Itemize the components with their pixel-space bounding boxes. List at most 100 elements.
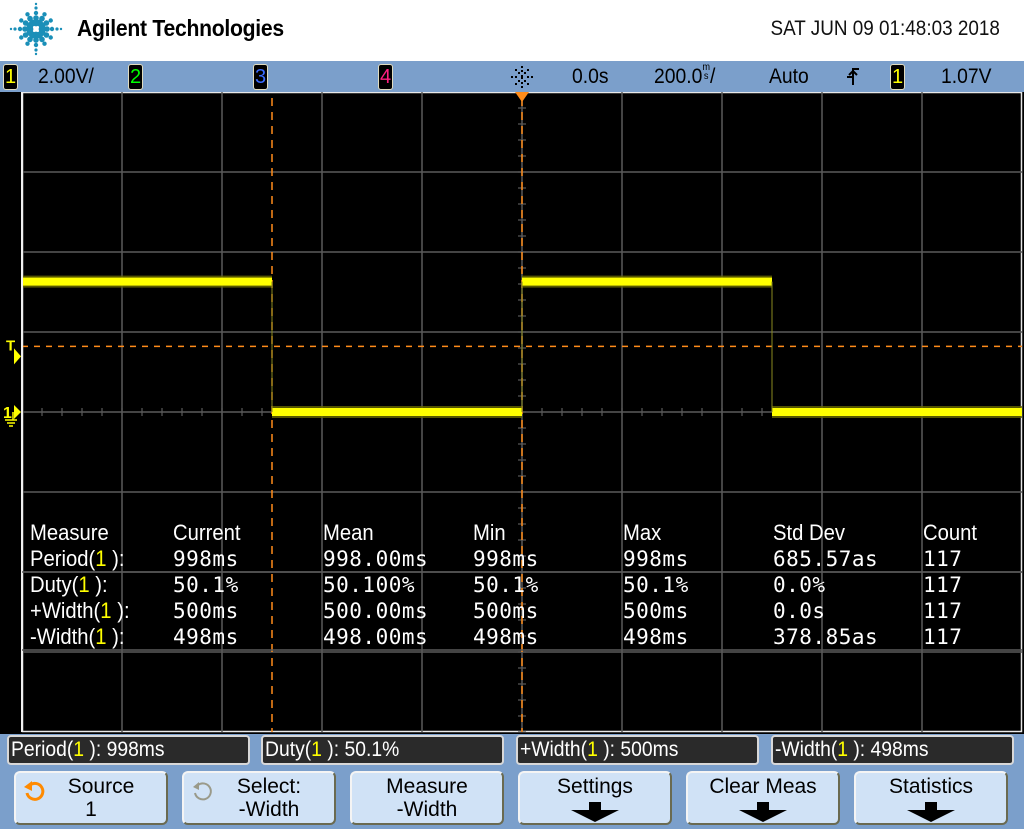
trigger-position-marker-icon — [515, 92, 529, 102]
header-min: Min — [473, 520, 506, 545]
readout-name: -Width( — [775, 738, 838, 761]
measure-name-close: ): — [89, 572, 108, 597]
trigger-level-arrow-icon — [14, 348, 21, 365]
readout-value: ): 500ms — [597, 738, 679, 761]
timebase-scale[interactable]: 200.0m s/ — [654, 63, 715, 91]
softkey-measure[interactable]: Measure -Width — [350, 771, 504, 825]
channel-1-scale[interactable]: 2.00V/ — [38, 63, 94, 91]
measure-source: 1 — [78, 572, 90, 597]
softkey-settings[interactable]: Settings — [518, 771, 672, 825]
trigger-level-marker-label: T — [6, 337, 15, 354]
measure-mean: 498.00ms — [323, 625, 429, 649]
measure-std-dev: 378.85as — [773, 625, 879, 649]
waveform-display[interactable]: T1 Measure Current Mean Min Max Std Dev … — [0, 92, 1024, 734]
channel-2-indicator[interactable]: 2 — [128, 64, 143, 90]
softkey-source[interactable]: Source 1 — [14, 771, 168, 825]
rising-edge-icon — [847, 68, 859, 85]
timebase-value: 200.0 — [654, 65, 703, 88]
readout-name: +Width( — [520, 738, 588, 761]
measure-name-text: +Width( — [30, 598, 101, 623]
measurement-name: Duty(1 ): — [30, 572, 108, 598]
readout-minus-width[interactable]: -Width(1 ): 498ms — [771, 735, 1014, 765]
measure-source: 1 — [100, 598, 112, 623]
readout-source: 1 — [73, 738, 85, 761]
measure-name-close: ): — [106, 546, 125, 571]
trigger-source-label: 1 — [891, 66, 904, 88]
header-std-dev: Std Dev — [773, 520, 846, 545]
datetime: SAT JUN 09 01:48:03 2018 — [770, 17, 1000, 40]
measure-max: 498ms — [623, 625, 689, 649]
header: Agilent Technologies SAT JUN 09 01:48:03… — [0, 0, 1024, 61]
measure-count: 117 — [923, 547, 963, 571]
channel-4-indicator[interactable]: 4 — [378, 64, 393, 90]
measure-source: 1 — [95, 546, 107, 571]
trigger-mode[interactable]: Auto — [769, 63, 809, 91]
softkey-statistics[interactable]: Statistics — [854, 771, 1008, 825]
acquisition-spark-icon — [511, 66, 533, 88]
header-mean: Mean — [323, 520, 374, 545]
header-count: Count — [923, 520, 978, 545]
measure-mean: 998.00ms — [323, 547, 429, 571]
channel-3-indicator[interactable]: 3 — [253, 64, 268, 90]
horizontal-delay[interactable]: 0.0s — [572, 63, 609, 91]
timebase-suffix: / — [710, 65, 716, 88]
measure-name-close: ): — [106, 624, 125, 649]
submenu-arrow-down-icon — [907, 802, 955, 822]
timebase-units: ms — [702, 63, 710, 82]
readout-value: ): 50.1% — [321, 738, 400, 761]
softkey-measure-value: -Width — [396, 798, 458, 821]
softkey-settings-label: Settings — [557, 775, 633, 798]
header-measure: Measure — [30, 520, 109, 545]
waveform-segment — [522, 277, 772, 286]
measure-max: 500ms — [623, 599, 689, 623]
trigger-source-indicator[interactable]: 1 — [890, 64, 905, 90]
softkey-clear-meas-label: Clear Meas — [709, 775, 817, 798]
softkey-clear-meas[interactable]: Clear Meas — [686, 771, 840, 825]
readout-plus-width[interactable]: +Width(1 ): 500ms — [516, 735, 759, 765]
readout-name: Period( — [11, 738, 74, 761]
channel-3-label: 3 — [254, 66, 267, 88]
channel-4-label: 4 — [379, 66, 392, 88]
softkey-select[interactable]: Select: -Width — [182, 771, 336, 825]
timebase-unit-bottom: s — [703, 71, 709, 82]
measure-count: 117 — [923, 573, 963, 597]
measure-name-close: ): — [111, 598, 130, 623]
brand-name: Agilent Technologies — [77, 15, 284, 41]
measure-current: 50.1% — [173, 573, 239, 597]
measure-count: 117 — [923, 599, 963, 623]
header-max: Max — [623, 520, 662, 545]
waveform-segment — [22, 277, 272, 286]
measure-name-text: Duty( — [30, 572, 79, 597]
softkey-measure-label: Measure — [386, 775, 468, 798]
waveform-segment — [272, 408, 522, 416]
channel-1-indicator[interactable]: 1 — [3, 64, 18, 90]
channel-1-label: 1 — [4, 66, 17, 88]
softkey-statistics-label: Statistics — [888, 775, 974, 798]
readout-period[interactable]: Period(1 ): 998ms — [7, 735, 250, 765]
softkey-source-value: 1 — [85, 798, 97, 821]
readout-value: ): 498ms — [848, 738, 929, 761]
readout-value: ): 998ms — [84, 738, 165, 761]
measure-mean: 500.00ms — [323, 599, 429, 623]
measure-mean: 50.100% — [323, 573, 416, 597]
measure-name-text: -Width( — [30, 624, 96, 649]
waveform-segment — [772, 408, 1022, 416]
readout-name: Duty( — [265, 738, 312, 761]
trigger-level[interactable]: 1.07V — [941, 63, 991, 91]
measure-min: 998ms — [473, 547, 539, 571]
readout-duty[interactable]: Duty(1 ): 50.1% — [261, 735, 504, 765]
readout-source: 1 — [587, 738, 598, 761]
softkey-bar: Source 1 Select: -Width Measure -Width S… — [0, 769, 1024, 829]
measure-current: 500ms — [173, 599, 239, 623]
measurement-name: -Width(1 ): — [30, 624, 124, 650]
submenu-arrow-down-icon — [739, 802, 787, 822]
measurement-readouts-bar: Period(1 ): 998ms Duty(1 ): 50.1% +Width… — [0, 734, 1024, 769]
measure-min: 50.1% — [473, 573, 539, 597]
measure-std-dev: 685.57as — [773, 547, 879, 571]
measure-std-dev: 0.0s — [773, 599, 826, 623]
measure-name-text: Period( — [30, 546, 96, 571]
channel-1-ground-arrow-icon — [14, 405, 21, 419]
channel-2-label: 2 — [129, 66, 142, 88]
measure-std-dev: 0.0% — [773, 573, 826, 597]
softkey-source-label: Source — [67, 775, 135, 798]
